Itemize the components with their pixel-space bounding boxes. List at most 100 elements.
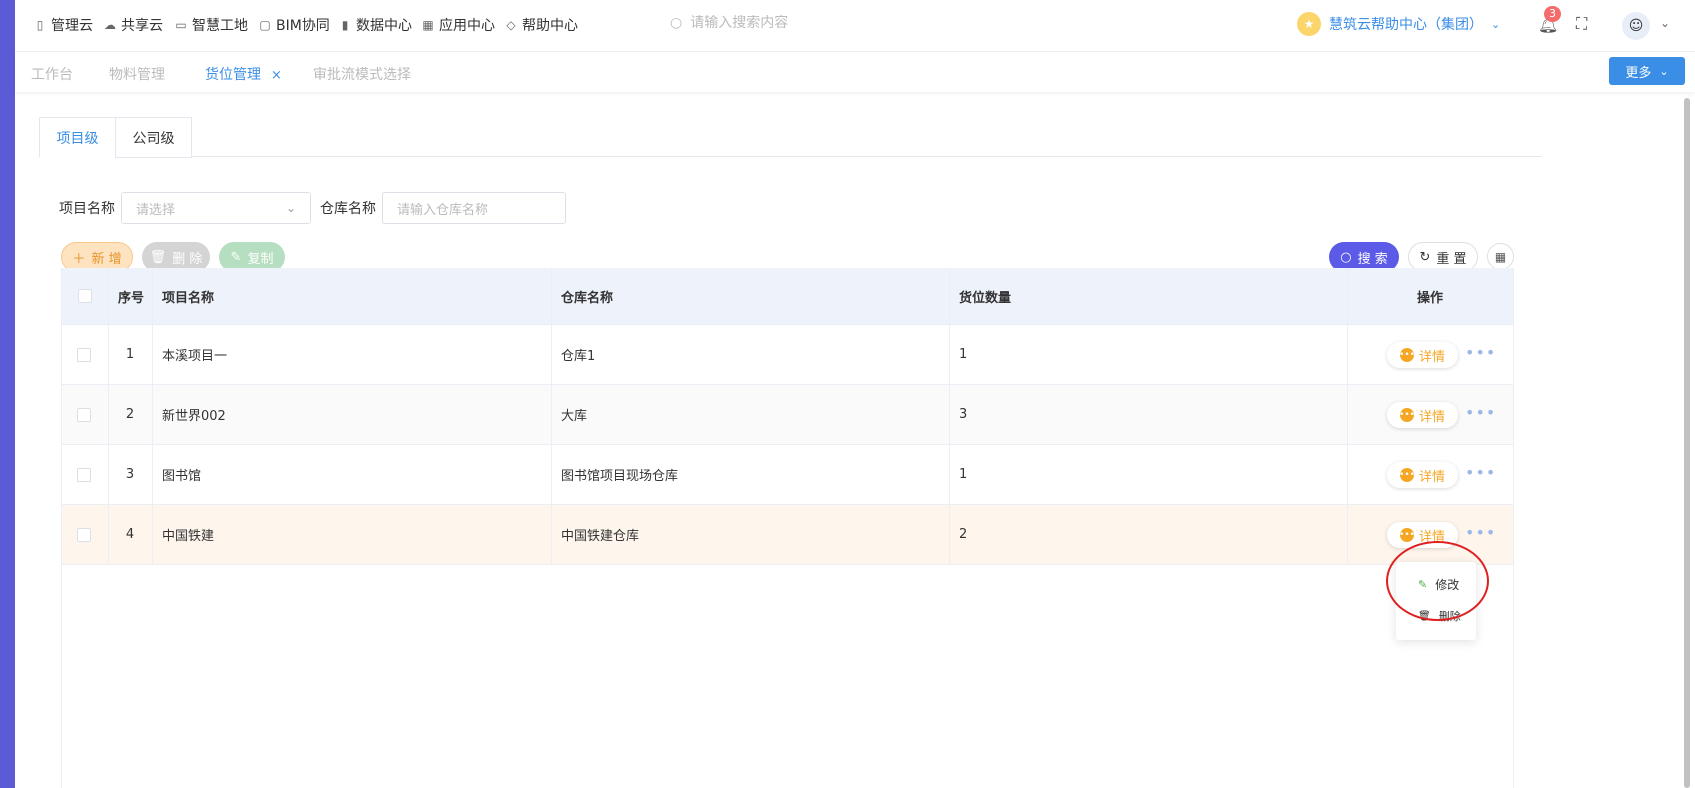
nav-item-bim[interactable]: ▢ BIM协同 — [258, 15, 330, 35]
detail-button[interactable]: ••• 详情 — [1387, 462, 1458, 488]
warehouse-name-input[interactable]: 请输入仓库名称 — [382, 192, 566, 224]
search-label: 搜 索 — [1357, 251, 1388, 267]
data-table: 序号 项目名称 仓库名称 货位数量 操作 1 本溪项目一 仓库1 1 ••• 详… — [61, 268, 1514, 788]
nav-item-shared-cloud[interactable]: ☁ 共享云 — [103, 15, 163, 35]
bar-chart-icon: ▮ — [341, 18, 349, 32]
warehouse-input-placeholder: 请输入仓库名称 — [397, 202, 489, 218]
nav-item-data-center[interactable]: ▮ 数据中心 — [338, 15, 412, 35]
row-project-name: 新世界002 — [152, 385, 552, 444]
tab-label: 货位管理 — [205, 67, 261, 83]
nav-item-smart-site[interactable]: ▭ 智慧工地 — [174, 15, 248, 35]
table-row: 1 本溪项目一 仓库1 1 ••• 详情 ••• — [62, 325, 1513, 385]
nav-label: 应用中心 — [439, 18, 495, 34]
edit-icon: ✎ — [230, 249, 242, 265]
chevron-down-icon: ⌄ — [285, 201, 296, 215]
search-input[interactable] — [690, 15, 891, 31]
tab-material-management[interactable]: 物料管理 — [109, 64, 165, 84]
plus-icon: ＋ — [72, 251, 86, 267]
nav-label: 智慧工地 — [192, 18, 248, 34]
project-select[interactable]: 请选择 ⌄ — [121, 192, 311, 224]
warehouse-name-label: 仓库名称 — [320, 201, 376, 217]
tab-approval-flow[interactable]: 审批流模式选择 — [313, 64, 411, 84]
cube-icon: ▢ — [259, 18, 271, 32]
book-icon: ▯ — [36, 18, 44, 32]
more-actions-icon[interactable]: ••• — [1465, 523, 1496, 542]
row-select-cell — [62, 385, 109, 444]
building-icon: ▭ — [175, 18, 187, 32]
detail-label: 详情 — [1418, 469, 1445, 485]
nav-label: BIM协同 — [276, 18, 330, 34]
avatar[interactable]: ☺ — [1622, 12, 1650, 40]
org-switcher[interactable]: ★ 慧筑云帮助中心（集团） ⌄ — [1297, 12, 1500, 36]
table-row: 2 新世界002 大库 3 ••• 详情 ••• — [62, 385, 1513, 445]
annotation-circle — [1386, 541, 1489, 621]
row-warehouse-name: 中国铁建仓库 — [551, 505, 950, 564]
add-label: 新 增 — [91, 251, 122, 267]
diamond-icon: ◇ — [506, 18, 516, 32]
row-project-name: 本溪项目一 — [152, 325, 552, 384]
row-checkbox[interactable] — [77, 527, 91, 542]
more-label: 更多 — [1625, 65, 1652, 81]
project-select-placeholder: 请选择 — [136, 202, 176, 218]
chevron-down-icon: ⌄ — [1491, 17, 1501, 31]
tab-bar: 工作台 物料管理 货位管理 × 审批流模式选择 更多 ⌄ — [15, 52, 1695, 92]
detail-button[interactable]: ••• 详情 — [1387, 402, 1458, 428]
row-checkbox[interactable] — [77, 407, 91, 422]
header-location-count: 货位数量 — [949, 268, 1348, 324]
detail-label: 详情 — [1418, 409, 1445, 425]
select-all-cell — [62, 268, 109, 324]
chevron-down-icon[interactable]: ⌄ — [1660, 16, 1670, 30]
more-actions-icon[interactable]: ••• — [1465, 463, 1496, 482]
org-name: 慧筑云帮助中心（集团） — [1329, 17, 1483, 33]
table-header: 序号 项目名称 仓库名称 货位数量 操作 — [62, 268, 1513, 325]
more-actions-icon[interactable]: ••• — [1465, 403, 1496, 422]
cloud-icon: ☁ — [104, 18, 116, 32]
tab-workbench[interactable]: 工作台 — [31, 64, 73, 84]
close-icon[interactable]: × — [271, 68, 282, 83]
more-actions-icon[interactable]: ••• — [1465, 343, 1496, 362]
nav-item-management-cloud[interactable]: ▯ 管理云 — [33, 15, 93, 35]
more-dots-icon: ••• — [1399, 348, 1415, 362]
tab-project-level[interactable]: 项目级 — [39, 117, 116, 158]
tab-location-management[interactable]: 货位管理 × — [205, 64, 282, 84]
nav-label: 共享云 — [121, 18, 163, 34]
row-location-count: 3 — [949, 385, 1348, 444]
header-warehouse-name: 仓库名称 — [551, 268, 950, 324]
row-select-cell — [62, 445, 109, 504]
row-index: 3 — [108, 445, 153, 504]
fullscreen-icon[interactable]: ⛶ — [1576, 14, 1587, 34]
row-checkbox[interactable] — [77, 347, 91, 362]
table-row: 4 中国铁建 中国铁建仓库 2 ••• 详情 ••• — [62, 505, 1513, 565]
search-icon: ○ — [1340, 249, 1352, 265]
row-location-count: 2 — [949, 505, 1348, 564]
nav-label: 管理云 — [51, 18, 93, 34]
row-location-count: 1 — [949, 325, 1348, 384]
nav-item-help-center[interactable]: ◇ 帮助中心 — [504, 15, 578, 35]
row-select-cell — [62, 325, 109, 384]
row-warehouse-name: 大库 — [551, 385, 950, 444]
detail-button[interactable]: ••• 详情 — [1387, 342, 1458, 368]
nav-label: 帮助中心 — [522, 18, 578, 34]
nav-label: 数据中心 — [356, 18, 412, 34]
row-warehouse-name: 图书馆项目现场仓库 — [551, 445, 950, 504]
scrollbar[interactable] — [1684, 98, 1690, 788]
row-project-name: 中国铁建 — [152, 505, 552, 564]
level-tabs: 项目级 公司级 — [39, 117, 1542, 158]
tab-company-level[interactable]: 公司级 — [115, 117, 192, 158]
row-checkbox[interactable] — [77, 467, 91, 482]
org-logo-icon: ★ — [1297, 12, 1321, 36]
reset-label: 重 置 — [1436, 251, 1467, 267]
app-frame: ▯ 管理云 ☁ 共享云 ▭ 智慧工地 ▢ BIM协同 ▮ 数据中心 ▦ 应用中心… — [15, 0, 1695, 788]
row-project-name: 图书馆 — [152, 445, 552, 504]
row-warehouse-name: 仓库1 — [551, 325, 950, 384]
nav-item-app-center[interactable]: ▦ 应用中心 — [421, 15, 495, 35]
column-settings-icon[interactable]: ▦ — [1487, 243, 1514, 270]
table-row: 3 图书馆 图书馆项目现场仓库 1 ••• 详情 ••• — [62, 445, 1513, 505]
row-index: 4 — [108, 505, 153, 564]
global-search: ○ — [670, 15, 891, 31]
more-button[interactable]: 更多 ⌄ — [1609, 57, 1685, 85]
left-accent-bar — [0, 0, 15, 788]
refresh-icon: ↻ — [1419, 249, 1431, 265]
select-all-checkbox[interactable] — [78, 289, 92, 303]
header-index: 序号 — [108, 268, 153, 324]
